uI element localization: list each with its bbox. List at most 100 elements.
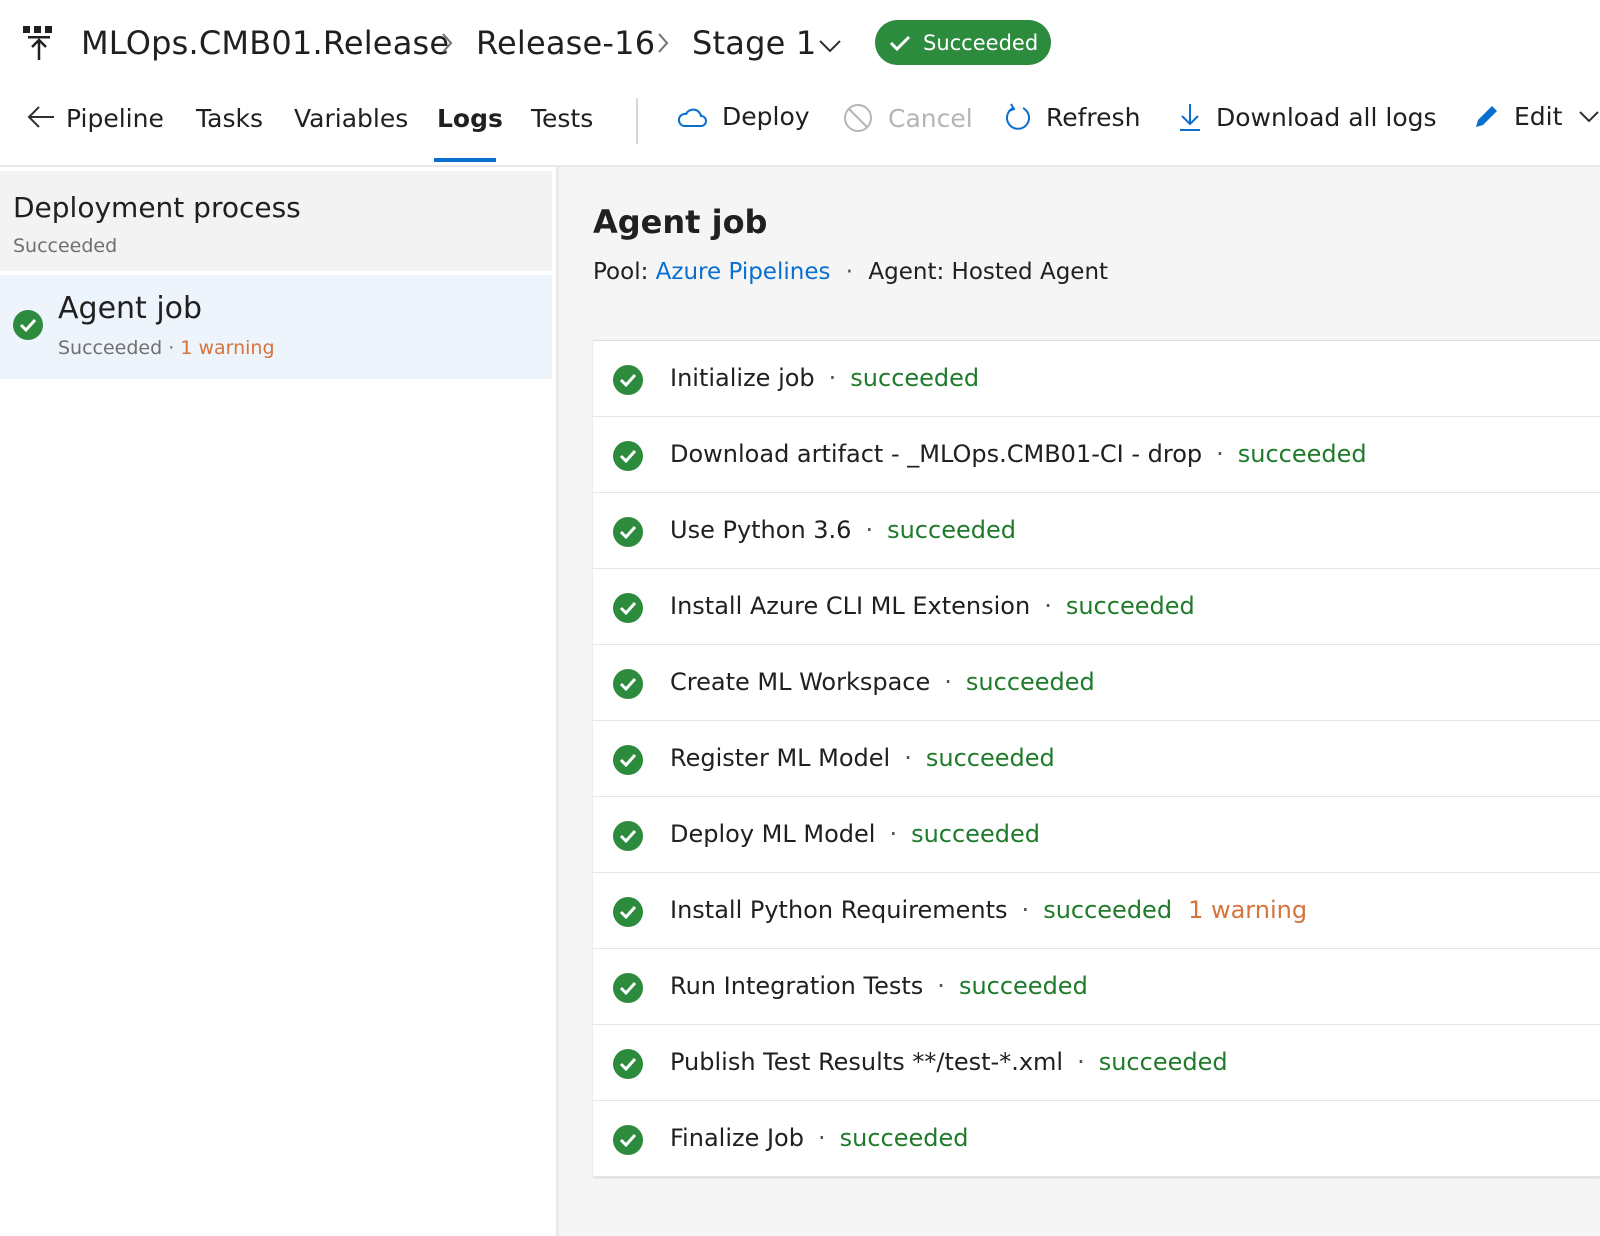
download-all-logs-button[interactable]: Download all logs: [1178, 102, 1437, 132]
tab-tasks[interactable]: Tasks: [196, 104, 263, 133]
separator-dot: ·: [1044, 592, 1052, 620]
breadcrumb-stage[interactable]: Stage 1: [692, 24, 816, 62]
check-circle-icon: [613, 593, 643, 623]
separator-dot: ·: [1216, 440, 1224, 468]
step-warning[interactable]: 1 warning: [1188, 896, 1307, 924]
deploy-button[interactable]: Deploy: [676, 102, 810, 131]
step-name: Finalize Job: [670, 1124, 804, 1152]
job-step-row[interactable]: Download artifact - _MLOps.CMB01-CI - dr…: [593, 417, 1600, 493]
step-name: Publish Test Results **/test-*.xml: [670, 1048, 1064, 1076]
tab-variables[interactable]: Variables: [294, 104, 408, 133]
back-arrow-icon[interactable]: [26, 104, 56, 130]
cloud-icon: [677, 108, 707, 127]
chevron-right-icon: [658, 33, 669, 53]
chevron-right-icon: [442, 33, 453, 53]
step-name: Create ML Workspace: [670, 668, 931, 696]
job-step-row[interactable]: Install Azure CLI ML Extension · succeeded: [593, 569, 1600, 645]
deployment-process-status: Succeeded: [13, 235, 118, 257]
agent-job-warning[interactable]: 1 warning: [180, 337, 274, 359]
step-status: succeeded: [850, 364, 980, 392]
check-circle-icon: [13, 310, 43, 340]
check-circle-icon: [613, 973, 643, 1003]
step-text: Deploy ML Model · succeeded: [670, 820, 1040, 848]
release-pipeline-icon: [23, 26, 52, 60]
breadcrumb-release[interactable]: Release-16: [476, 24, 655, 62]
check-circle-icon: [613, 897, 643, 927]
step-name: Install Azure CLI ML Extension: [670, 592, 1031, 620]
deployment-process-item[interactable]: Deployment process Succeeded: [0, 171, 552, 271]
step-text: Use Python 3.6 · succeeded: [670, 516, 1016, 544]
separator-dot: ·: [845, 259, 854, 285]
check-circle-icon: [613, 517, 643, 547]
toolbar-divider: [636, 98, 638, 144]
separator-dot: ·: [1021, 896, 1030, 924]
step-text: Run Integration Tests · succeeded: [670, 972, 1088, 1000]
job-step-row[interactable]: Use Python 3.6 · succeeded: [593, 493, 1600, 569]
separator-dot: ·: [1077, 1048, 1085, 1076]
deployment-sidebar: Deployment process Succeeded Agent job S…: [0, 167, 556, 1236]
job-step-row[interactable]: Install Python Requirements · succeeded 1 w…: [593, 873, 1600, 949]
agent-job-item[interactable]: Agent job Succeeded · 1 warning: [0, 275, 552, 379]
separator-dot: ·: [889, 820, 898, 848]
step-name: Use Python 3.6: [670, 516, 852, 544]
step-name: Run Integration Tests: [670, 972, 924, 1000]
refresh-icon: [1006, 103, 1030, 130]
step-status: succeeded: [887, 516, 1016, 544]
separator-dot: ·: [168, 337, 175, 359]
edit-label: Edit: [1514, 102, 1563, 131]
job-step-row[interactable]: Deploy ML Model · succeeded: [593, 797, 1600, 873]
tab-tests[interactable]: Tests: [531, 104, 593, 133]
agent-text: Agent: Hosted Agent: [868, 259, 1109, 285]
step-text: Initialize job · succeeded: [670, 364, 979, 392]
step-name: Install Python Requirements: [670, 896, 1008, 924]
step-name: Deploy ML Model: [670, 820, 876, 848]
job-step-row[interactable]: Finalize Job · succeeded: [593, 1101, 1600, 1177]
job-step-row[interactable]: Publish Test Results **/test-*.xml · succe…: [593, 1025, 1600, 1101]
step-status: succeeded: [1237, 440, 1367, 468]
pencil-icon: [1476, 105, 1497, 127]
step-text: Install Azure CLI ML Extension · succeeded: [670, 592, 1195, 620]
edit-button[interactable]: Edit: [1472, 102, 1600, 131]
check-circle-icon: [613, 1049, 643, 1079]
separator-dot: ·: [817, 1124, 826, 1152]
step-text: Download artifact - _MLOps.CMB01-CI - dr…: [670, 440, 1367, 468]
check-circle-icon: [613, 441, 643, 471]
cancel-label: Cancel: [888, 103, 973, 133]
step-text: Publish Test Results **/test-*.xml · succe…: [670, 1048, 1228, 1076]
agent-job-status-text: Succeeded: [58, 337, 163, 359]
header-bar: MLOps.CMB01.Release Release-16 Stage 1 S…: [0, 0, 1600, 90]
job-step-row[interactable]: Create ML Workspace · succeeded: [593, 645, 1600, 721]
step-text: Finalize Job · succeeded: [670, 1124, 968, 1152]
chevron-down-icon[interactable]: [818, 38, 842, 54]
step-text: Install Python Requirements · succeeded 1 w…: [670, 896, 1307, 924]
job-step-row[interactable]: Initialize job · succeeded: [593, 341, 1600, 417]
job-step-row[interactable]: Register ML Model · succeeded: [593, 721, 1600, 797]
step-status: succeeded: [965, 668, 1095, 696]
tab-pipeline[interactable]: Pipeline: [66, 104, 164, 133]
download-all-logs-label: Download all logs: [1216, 102, 1437, 132]
refresh-label: Refresh: [1046, 102, 1141, 132]
job-meta: Pool: Azure Pipelines · Agent: Hosted Ag…: [593, 259, 1108, 285]
step-text: Create ML Workspace · succeeded: [670, 668, 1095, 696]
deploy-label: Deploy: [722, 102, 810, 131]
step-status: succeeded: [1065, 592, 1195, 620]
status-badge-label: Succeeded: [923, 30, 1039, 55]
separator-dot: ·: [937, 972, 945, 1000]
breadcrumb-pipeline[interactable]: MLOps.CMB01.Release: [81, 24, 449, 62]
check-circle-icon: [613, 1125, 643, 1155]
tab-logs[interactable]: Logs: [437, 104, 503, 133]
job-title: Agent job: [593, 203, 768, 241]
separator-dot: ·: [944, 668, 952, 696]
step-status: succeeded: [911, 820, 1040, 848]
job-step-row[interactable]: Run Integration Tests · succeeded: [593, 949, 1600, 1025]
step-status: succeeded: [1098, 1048, 1228, 1076]
status-badge: Succeeded: [875, 20, 1051, 65]
step-status: succeeded: [958, 972, 1088, 1000]
separator-dot: ·: [828, 364, 837, 392]
refresh-button[interactable]: Refresh: [1004, 102, 1140, 132]
check-circle-icon: [613, 669, 643, 699]
cancel-icon: [844, 104, 872, 132]
pool-link[interactable]: Azure Pipelines: [656, 259, 831, 285]
step-status: succeeded: [1043, 896, 1173, 924]
cancel-button[interactable]: Cancel: [842, 102, 973, 134]
